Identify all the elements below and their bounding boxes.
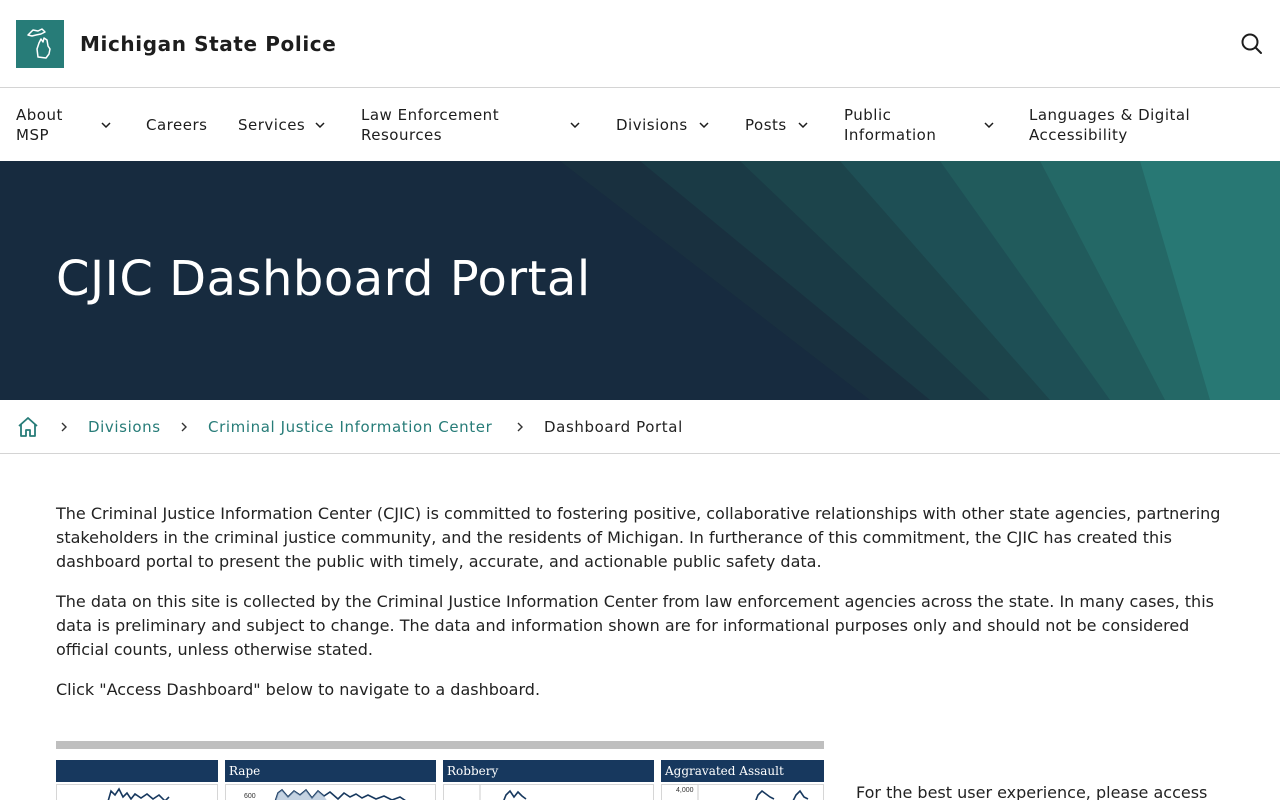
preview-panel-chart: 4,000 [661,784,824,800]
nav-item-divisions[interactable]: Divisions [616,89,718,161]
nav-item-posts[interactable]: Posts [745,89,817,161]
nav-label-line: Law Enforcement [361,106,500,124]
nav-label-line: Resources [361,126,443,144]
preview-top-bar [56,741,824,749]
chevron-down-icon [798,122,808,129]
chevron-down-icon [315,122,325,129]
nav-label-line: Accessibility [1029,126,1128,144]
preview-panel: Aggravated Assault 4,000 [661,760,824,800]
dashboard-preview-image[interactable]: Rape 600 Robbery Aggravated Assault 4,00… [56,741,824,800]
nav-label-line: Public [844,106,892,124]
chevron-down-icon [570,122,580,129]
preview-panel [56,760,218,800]
nav-item-services[interactable]: Services [238,89,334,161]
msp-logo[interactable] [16,20,64,68]
nav-label-line: Information [844,126,937,144]
preview-panel-chart [56,784,218,800]
nav-label: Law Enforcement Resources [361,105,499,145]
nav-label: Languages & Digital Accessibility [1029,105,1190,145]
preview-panel-title: Aggravated Assault [661,760,824,782]
best-experience-note: For the best user experience, please acc… [856,783,1208,800]
search-button[interactable] [1238,30,1266,58]
preview-panel-title [56,760,218,782]
breadcrumb-home-link[interactable] [16,415,40,439]
data-disclaimer-paragraph: The data on this site is collected by th… [56,592,1214,659]
preview-panel-title: Rape [225,760,436,782]
nav-label-line: About [16,106,63,124]
nav-item-about-msp[interactable]: About MSP [16,89,128,161]
nav-label: About MSP [16,105,63,145]
nav-label-line: Languages & Digital [1029,106,1191,124]
nav-label: Careers [146,116,208,134]
nav-item-languages-accessibility[interactable]: Languages & Digital Accessibility [1029,89,1269,161]
site-title[interactable]: Michigan State Police [80,32,336,56]
chevron-down-icon [984,122,994,129]
breadcrumb-current: Dashboard Portal [544,418,683,436]
michigan-map-icon [27,28,51,59]
nav-label: Posts [745,116,787,134]
nav-item-law-enforcement-resources[interactable]: Law Enforcement Resources [361,89,589,161]
preview-panel-title: Robbery [443,760,654,782]
nav-label-line: MSP [16,126,50,144]
nav-item-public-information[interactable]: Public Information [844,89,1004,161]
preview-panel: Rape 600 [225,760,436,800]
preview-panel: Robbery [443,760,654,800]
preview-sparkline [479,785,527,800]
page-title: CJIC Dashboard Portal [56,251,591,307]
search-icon [1241,33,1262,54]
nav-item-careers[interactable]: Careers [146,89,216,161]
nav-label: Services [238,116,306,134]
breadcrumb-link-cjic[interactable]: Criminal Justice Information Center [208,418,492,436]
chevron-right-icon [181,422,187,432]
preview-panel-chart [443,784,654,800]
home-icon [18,417,38,437]
chevron-right-icon [61,422,67,432]
nav-label: Divisions [616,116,688,134]
breadcrumb-link-divisions[interactable]: Divisions [88,418,161,436]
nav-label: Public Information [844,105,936,145]
chevron-right-icon [517,422,523,432]
main-content: The Criminal Justice Information Center … [56,502,1226,718]
chevron-down-icon [101,122,111,129]
chevron-down-icon [699,122,709,129]
instruction-paragraph: Click "Access Dashboard" below to naviga… [56,680,541,699]
preview-sparkline [107,787,170,800]
preview-sparkline [697,785,809,800]
preview-panel-chart: 600 [225,784,436,800]
preview-sparkline [274,788,406,800]
site-header: Michigan State Police [0,0,1280,88]
hero-banner: CJIC Dashboard Portal [0,161,1280,400]
main-nav: About MSP Careers Services Law Enforceme… [0,89,1280,161]
intro-paragraph: The Criminal Justice Information Center … [56,504,1221,571]
breadcrumb: Divisions Criminal Justice Information C… [0,400,1280,454]
